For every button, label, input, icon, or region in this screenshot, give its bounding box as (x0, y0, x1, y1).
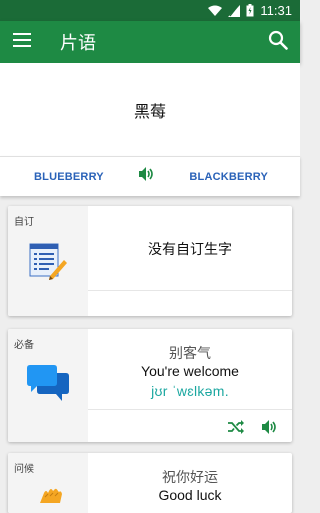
speaker-button[interactable] (138, 167, 155, 186)
previous-word-button[interactable]: BLUEBERRY (34, 171, 104, 183)
card-divider (88, 290, 292, 291)
category-panel: 问候 (8, 453, 88, 513)
category-label: 必备 (14, 340, 34, 351)
speaker-icon (262, 420, 278, 434)
app-title: 片语 (60, 33, 96, 53)
phrase-english: Good luck (158, 487, 222, 503)
card-content: 没有自订生字 (88, 206, 292, 316)
phrase-chinese: 祝你好运 (162, 469, 218, 485)
empty-message: 没有自订生字 (148, 241, 232, 257)
card-actions (228, 420, 278, 434)
category-label: 自订 (14, 217, 34, 228)
phrase-phonetic: jʊr ˈwɛlkəm. (151, 383, 229, 399)
category-label: 问候 (14, 464, 34, 475)
speaker-icon (138, 167, 155, 186)
phrase-card[interactable]: 问候 祝你好运 Good luck (8, 453, 292, 513)
battery-icon (246, 4, 254, 17)
card-divider (88, 409, 292, 410)
menu-button[interactable] (0, 21, 44, 63)
category-panel: 自订 (8, 206, 88, 316)
phrase-english: You're welcome (141, 363, 239, 379)
custom-words-card[interactable]: 自订 没有自订生字 (8, 206, 292, 316)
shuffle-icon (228, 420, 244, 434)
notepad-pencil-icon (28, 242, 68, 285)
search-icon (268, 30, 288, 55)
current-word: 黑莓 (133, 103, 166, 121)
wifi-icon (208, 5, 223, 17)
status-time: 11:31 (260, 3, 292, 18)
chat-bubbles-icon (26, 363, 70, 408)
waving-hand-icon (36, 487, 66, 508)
app-bar: 片语 (0, 21, 300, 63)
hamburger-menu-icon (13, 32, 31, 52)
next-word-button[interactable]: BLACKBERRY (189, 171, 268, 183)
signal-icon (228, 4, 241, 17)
search-button[interactable] (256, 21, 300, 63)
phrase-card[interactable]: 必备 别客气 You're welcome jʊr ˈwɛlkəm. (8, 329, 292, 442)
category-panel: 必备 (8, 329, 88, 442)
word-display-panel: 黑莓 (0, 63, 300, 156)
card-content: 别客气 You're welcome jʊr ˈwɛlkəm. (88, 329, 292, 442)
word-navigation-bar: BLUEBERRY BLACKBERRY (0, 156, 300, 196)
status-bar: 11:31 (0, 0, 300, 21)
phrase-chinese: 别客气 (169, 345, 211, 361)
play-audio-button[interactable] (262, 420, 278, 434)
card-content: 祝你好运 Good luck (88, 453, 292, 513)
shuffle-button[interactable] (228, 420, 244, 434)
